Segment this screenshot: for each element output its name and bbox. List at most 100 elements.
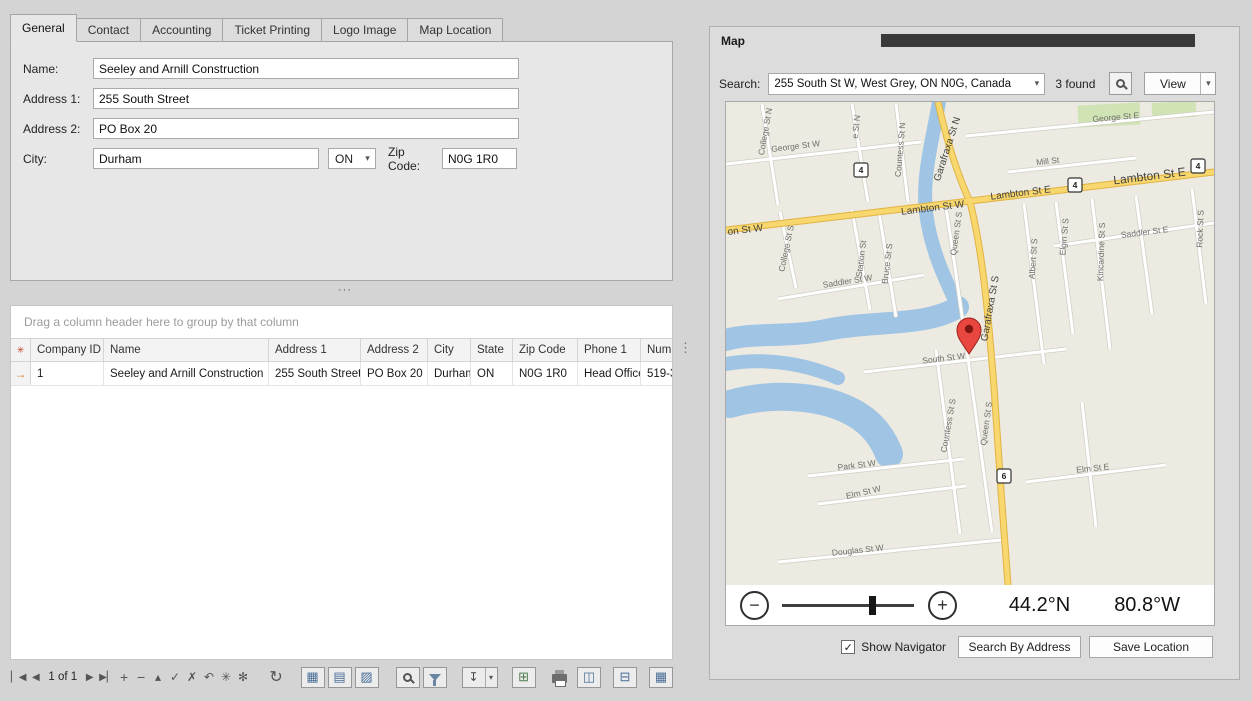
highway-badge: 4 bbox=[854, 163, 868, 177]
cancel-edit-button[interactable]: ✗ bbox=[184, 667, 201, 687]
badge-number: 4 bbox=[1196, 161, 1201, 171]
address1-field[interactable] bbox=[93, 88, 519, 109]
longitude-readout: 80.8°W bbox=[1114, 594, 1180, 617]
search-icon bbox=[1116, 79, 1125, 88]
map-search-input[interactable] bbox=[769, 78, 1029, 90]
column-header-num[interactable]: Num bbox=[641, 339, 672, 361]
cell-phone1[interactable]: Head Office bbox=[578, 362, 641, 385]
city-field[interactable] bbox=[93, 148, 319, 169]
nav-next-button[interactable]: ▶ bbox=[81, 667, 98, 687]
name-label: Name: bbox=[23, 62, 93, 76]
column-header-address1[interactable]: Address 1 bbox=[269, 339, 361, 361]
row-indicator[interactable]: → bbox=[11, 362, 31, 385]
map-search-go-button[interactable] bbox=[1109, 72, 1132, 95]
search-button[interactable] bbox=[396, 667, 420, 688]
map-viewport[interactable]: George St E George St W e St N Countess … bbox=[725, 101, 1215, 626]
zoom-out-button[interactable]: − bbox=[740, 591, 769, 620]
save-location-button[interactable]: Save Location bbox=[1089, 636, 1213, 658]
chevron-down-icon[interactable]: ▾ bbox=[1029, 78, 1044, 89]
cell-state[interactable]: ON bbox=[471, 362, 513, 385]
cell-city[interactable]: Durham bbox=[428, 362, 471, 385]
column-header-company-id[interactable]: Company ID bbox=[31, 339, 104, 361]
view-button-label[interactable]: View bbox=[1145, 73, 1200, 94]
zoom-in-button[interactable]: + bbox=[928, 591, 957, 620]
layout-chart-button[interactable]: ▨ bbox=[355, 667, 379, 688]
cell-company-id[interactable]: 1 bbox=[31, 362, 104, 385]
dock-panel-c-button[interactable]: ▦ bbox=[649, 667, 673, 688]
print-button[interactable] bbox=[551, 667, 568, 687]
tab-logo-image[interactable]: Logo Image bbox=[321, 18, 408, 42]
column-header-address2[interactable]: Address 2 bbox=[361, 339, 428, 361]
state-value: ON bbox=[329, 152, 360, 166]
zoom-slider-handle[interactable] bbox=[869, 596, 876, 615]
search-by-address-button[interactable]: Search By Address bbox=[958, 636, 1081, 658]
undo-button[interactable]: ↶ bbox=[201, 667, 218, 687]
zip-field[interactable] bbox=[442, 148, 517, 169]
cell-num[interactable]: 519-3 bbox=[641, 362, 672, 385]
grid-group-panel[interactable]: Drag a column header here to group by th… bbox=[11, 306, 672, 338]
tab-ticket-printing[interactable]: Ticket Printing bbox=[222, 18, 322, 42]
map-search-combo[interactable]: ▾ bbox=[768, 73, 1045, 95]
nav-last-button[interactable]: ▶▏ bbox=[98, 667, 115, 687]
address2-field[interactable] bbox=[93, 118, 519, 139]
view-dropdown-arrow-icon[interactable]: ▾ bbox=[1200, 73, 1215, 94]
street-label: Kincardine St S bbox=[1095, 222, 1107, 281]
show-navigator-checkbox[interactable]: ✓ bbox=[841, 640, 855, 654]
filter-icon bbox=[429, 674, 441, 681]
layout-cards-button[interactable]: ▦ bbox=[301, 667, 325, 688]
column-header-city[interactable]: City bbox=[428, 339, 471, 361]
export-button[interactable]: ↧ ▾ bbox=[462, 667, 498, 688]
highway-badge: 4 bbox=[1191, 159, 1205, 173]
zoom-slider[interactable] bbox=[782, 604, 914, 607]
chevron-down-icon[interactable]: ▾ bbox=[360, 153, 375, 164]
refresh-button[interactable]: ↻ bbox=[268, 667, 285, 687]
cell-address1[interactable]: 255 South Street bbox=[269, 362, 361, 385]
horizontal-splitter-handle[interactable]: ··· bbox=[300, 285, 390, 297]
map-view-button[interactable]: View ▾ bbox=[1144, 72, 1216, 95]
search-icon bbox=[403, 673, 412, 682]
state-combo[interactable]: ON ▾ bbox=[328, 148, 376, 169]
grid-indicator-header: ✳ bbox=[11, 339, 31, 361]
city-label: City: bbox=[23, 152, 93, 166]
filter-star-button[interactable]: ✳ bbox=[218, 667, 235, 687]
new-window-button[interactable]: ⊞ bbox=[512, 667, 536, 688]
grid-customize-handle[interactable]: ⋮ bbox=[679, 343, 692, 352]
column-header-phone1[interactable]: Phone 1 bbox=[578, 339, 641, 361]
tab-contact[interactable]: Contact bbox=[76, 18, 141, 42]
nav-prev-button[interactable]: ◀ bbox=[27, 667, 44, 687]
tab-map-location[interactable]: Map Location bbox=[407, 18, 503, 42]
checkmark-icon: ✓ bbox=[844, 641, 853, 654]
search-label: Search: bbox=[719, 77, 760, 91]
name-field[interactable] bbox=[93, 58, 519, 79]
focused-row-arrow-icon: → bbox=[15, 367, 27, 381]
nav-first-button[interactable]: ▏◀ bbox=[10, 667, 27, 687]
layout-list-button[interactable]: ▤ bbox=[328, 667, 352, 688]
highway-badge: 6 bbox=[997, 469, 1011, 483]
dock-panel-a-button[interactable]: ◫ bbox=[577, 667, 601, 688]
map-zoom-bar: − + 44.2°N 80.8°W bbox=[726, 585, 1214, 625]
cell-zip[interactable]: N0G 1R0 bbox=[513, 362, 578, 385]
end-edit-button[interactable]: ✓ bbox=[167, 667, 184, 687]
tab-general[interactable]: General bbox=[10, 14, 77, 42]
dock-panel-b-button[interactable]: ⊟ bbox=[613, 667, 637, 688]
filter-button[interactable] bbox=[423, 667, 447, 688]
column-header-state[interactable]: State bbox=[471, 339, 513, 361]
export-dropdown-arrow-icon[interactable]: ▾ bbox=[485, 668, 497, 687]
map-panel: Map Search: ▾ 3 found View ▾ bbox=[709, 26, 1240, 680]
show-navigator-label[interactable]: Show Navigator bbox=[861, 640, 946, 654]
map-image[interactable]: George St E George St W e St N Countess … bbox=[726, 102, 1214, 585]
cell-name[interactable]: Seeley and Arnill Construction bbox=[104, 362, 269, 385]
table-row[interactable]: → 1 Seeley and Arnill Construction 255 S… bbox=[11, 362, 672, 386]
column-header-name[interactable]: Name bbox=[104, 339, 269, 361]
map-panel-title: Map bbox=[721, 34, 745, 48]
column-header-zip[interactable]: Zip Code bbox=[513, 339, 578, 361]
app-window: General Contact Accounting Ticket Printi… bbox=[0, 0, 1252, 701]
general-form-panel: Name: Address 1: Address 2: City: ON ▾ Z… bbox=[10, 41, 673, 281]
edit-record-button[interactable]: ▴ bbox=[150, 667, 167, 687]
filter-star2-button[interactable]: ✻ bbox=[235, 667, 252, 687]
append-record-button[interactable]: + bbox=[116, 667, 133, 687]
cell-address2[interactable]: PO Box 20 bbox=[361, 362, 428, 385]
delete-record-button[interactable]: − bbox=[133, 667, 150, 687]
map-search-row: Search: ▾ 3 found View ▾ bbox=[719, 72, 1230, 95]
tab-accounting[interactable]: Accounting bbox=[140, 18, 223, 42]
